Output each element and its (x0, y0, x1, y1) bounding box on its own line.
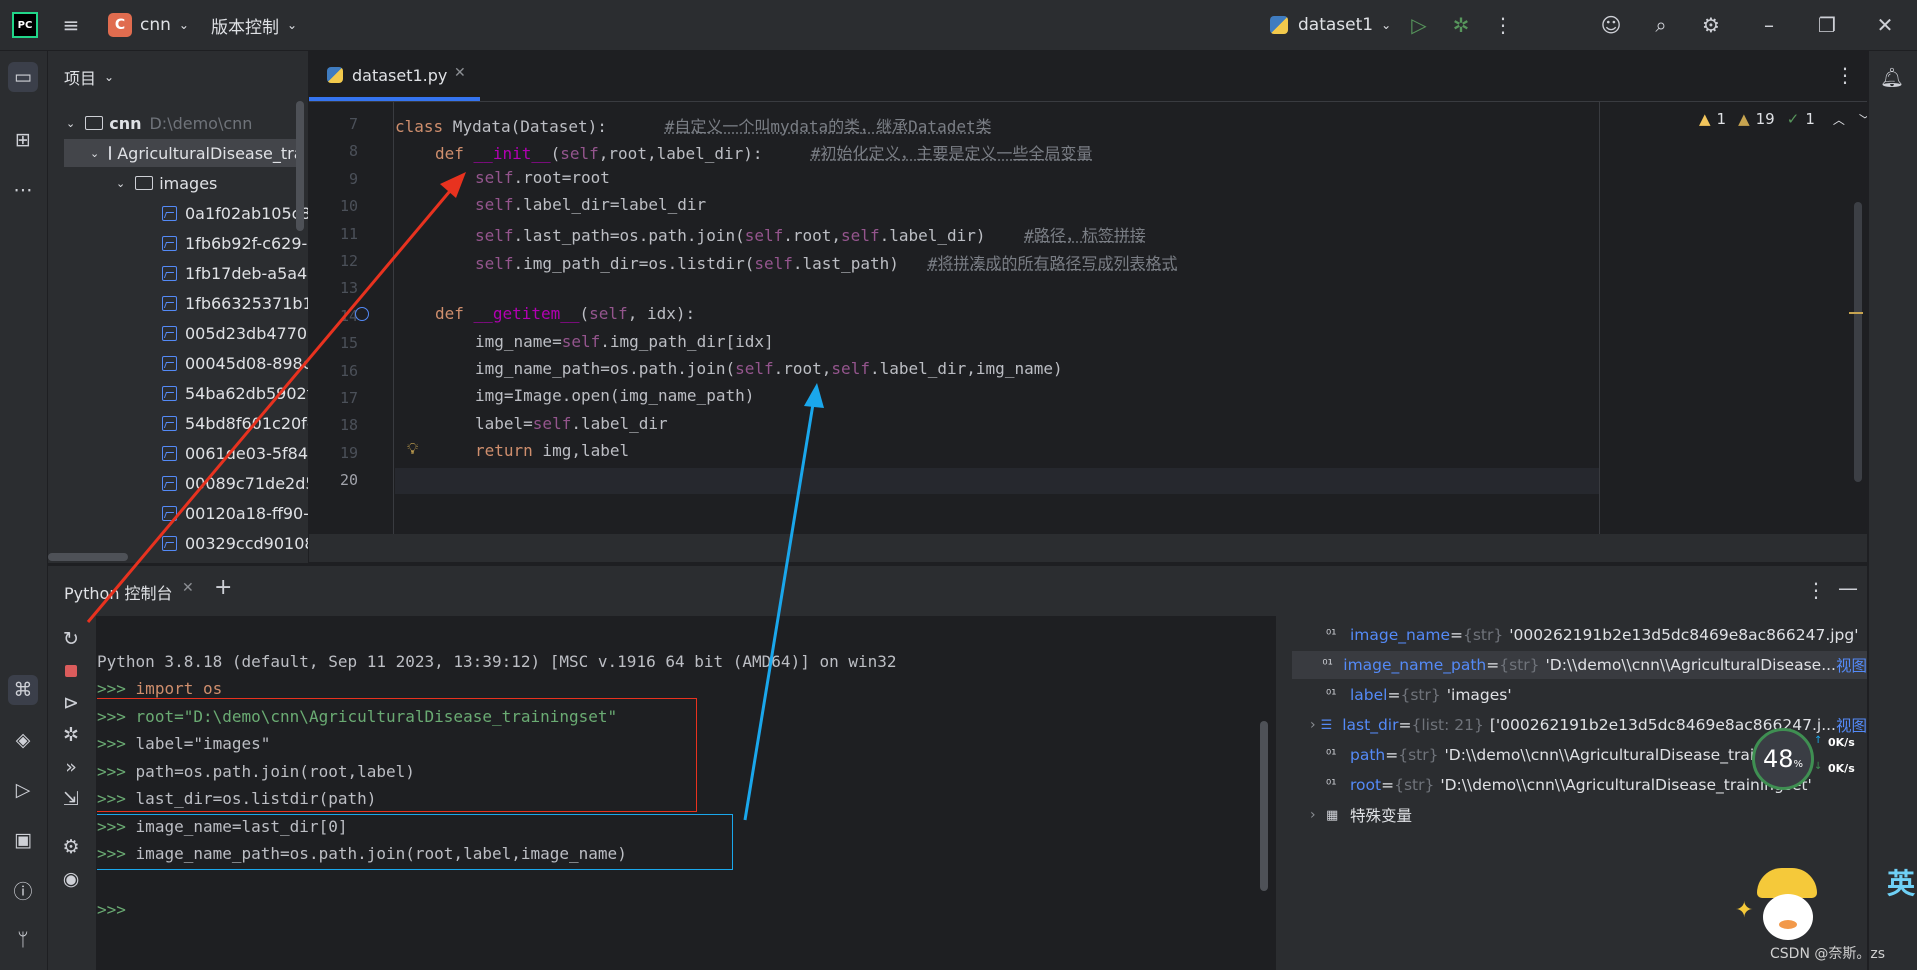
mascot-face (1763, 894, 1813, 940)
mascot-beak (1779, 920, 1797, 929)
upload-speed: 0K/s (1828, 736, 1855, 749)
net-percent: 48 (1762, 745, 1794, 773)
percent-sign: % (1793, 758, 1804, 770)
blue-arrow (743, 397, 816, 821)
watermark: CSDN @奈斯。zs (1770, 946, 1886, 962)
annotation-arrows (86, 172, 824, 821)
upload-arrow-icon: ↑ (1814, 735, 1823, 746)
net-percent-gauge: 48% (1752, 728, 1814, 790)
sparkle-icon: ✦ (1735, 898, 1754, 923)
network-speed-widget: 48% 0K/s 0K/s ↑ ↓ (1752, 728, 1868, 790)
red-arrow-head (440, 172, 466, 198)
download-speed: 0K/s (1828, 762, 1855, 775)
ime-indicator: 英 (1887, 867, 1916, 900)
red-arrow (86, 184, 457, 623)
download-arrow-icon: ↓ (1814, 761, 1823, 772)
blue-arrow-head (804, 383, 824, 408)
